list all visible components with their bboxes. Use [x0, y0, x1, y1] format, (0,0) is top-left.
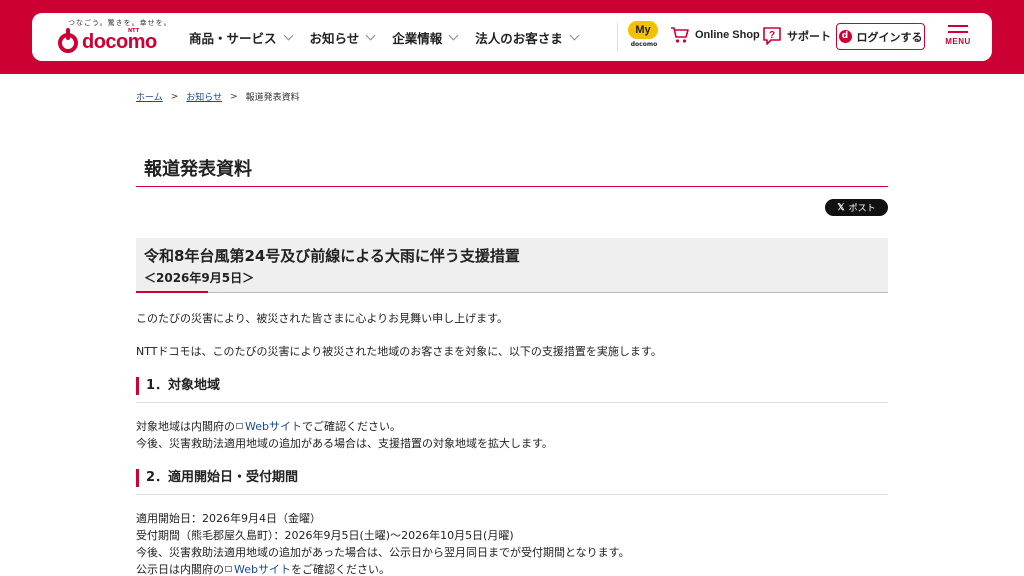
chevron-down-icon	[569, 30, 580, 40]
my-docomo-icon: My	[628, 21, 658, 39]
x-post-button[interactable]: 𝕏 ポスト	[825, 199, 888, 216]
breadcrumb-separator: >	[170, 91, 179, 102]
section-heading-period: 2．適用開始日・受付期間	[136, 469, 298, 487]
nav-item-products[interactable]: 商品・サービス	[189, 28, 293, 47]
nav-item-label: 企業情報	[392, 30, 443, 46]
nav-item-corporate[interactable]: 企業情報	[392, 28, 459, 47]
nav-item-business[interactable]: 法人のお客さま	[475, 28, 580, 47]
notice-header: 令和8年台風第24号及び前線による大雨に伴う支援措置 ＜2026年9月5日＞	[136, 238, 888, 293]
external-link-icon	[236, 423, 243, 429]
login-label: ログインする	[856, 30, 923, 44]
chevron-down-icon	[365, 30, 376, 40]
login-button[interactable]: d ログインする	[836, 23, 925, 50]
docomo-logo[interactable]: つなごう。驚きを。幸せを。 NTT docomo	[58, 18, 171, 58]
x-logo-icon: 𝕏	[837, 202, 845, 212]
nav-item-label: 法人のお客さま	[475, 30, 563, 46]
breadcrumb: ホーム > お知らせ > 報道発表資料	[136, 90, 300, 104]
cabinet-office-link-2[interactable]: Webサイト	[234, 563, 291, 576]
announcement-date-text: 公示日は内閣府の Webサイトをご確認ください。	[136, 561, 390, 576]
menu-button[interactable]: MENU	[942, 25, 974, 51]
svg-text:?: ?	[769, 30, 775, 41]
header-divider	[617, 23, 618, 51]
online-shop-link[interactable]: Online Shop	[670, 26, 760, 44]
logo-tagline: つなごう。驚きを。幸せを。	[68, 19, 172, 27]
intro-paragraph-2: NTTドコモは、このたびの災害により被災された地域のお客さまを対象に、以下の支援…	[136, 345, 662, 358]
section-divider	[136, 402, 888, 403]
menu-label: MENU	[945, 37, 971, 46]
logo-wordmark: docomo	[82, 31, 157, 53]
reception-period-note: 今後、災害救助法適用地域の追加があった場合は、公示日から翌月同日までが受付期間と…	[136, 546, 630, 559]
online-shop-label: Online Shop	[695, 29, 760, 41]
site-header: つなごう。驚きを。幸せを。 NTT docomo 商品・サービス お知らせ 企業…	[32, 13, 992, 61]
announcement-post: をご確認ください。	[290, 563, 390, 576]
notice-date: ＜2026年9月5日＞	[144, 271, 255, 285]
post-label: ポスト	[848, 204, 876, 214]
support-label: サポート	[787, 30, 831, 43]
intro-paragraph-1: このたびの災害により、被災された皆さまに心よりお見舞い申し上げます。	[136, 312, 509, 325]
support-link[interactable]: ? サポート	[762, 26, 831, 46]
announcement-pre: 公示日は内閣府の	[136, 563, 224, 576]
external-link-icon	[225, 566, 232, 572]
breadcrumb-separator: >	[230, 91, 238, 102]
breadcrumb-news[interactable]: お知らせ	[186, 90, 222, 103]
hamburger-icon	[948, 25, 968, 33]
section-divider	[136, 494, 888, 495]
chevron-down-icon	[448, 30, 459, 40]
notice-title: 令和8年台風第24号及び前線による大雨に伴う支援措置	[144, 247, 520, 265]
docomo-mark-icon	[58, 28, 78, 53]
reception-period-text: 受付期間（熊毛郡屋久島町）：2026年9月5日(土曜)～2026年10月5日(月…	[136, 529, 514, 542]
target-area-post: でご確認ください。	[301, 420, 401, 433]
title-divider	[136, 186, 888, 187]
my-docomo-label: docomo	[630, 41, 658, 48]
chevron-down-icon	[283, 30, 293, 40]
start-date-text: 適用開始日：2026年9月4日（金曜）	[136, 512, 321, 525]
breadcrumb-home[interactable]: ホーム	[136, 90, 163, 103]
target-area-pre: 対象地域は内閣府の	[136, 420, 235, 433]
cart-icon	[671, 27, 689, 43]
target-area-expansion-text: 今後、災害救助法適用地域の追加がある場合は、支援措置の対象地域を拡大します。	[136, 437, 553, 450]
global-nav: 商品・サービス お知らせ 企業情報 法人のお客さま	[189, 13, 596, 61]
help-icon: ?	[763, 27, 781, 45]
notice-accent	[136, 291, 208, 293]
nav-item-news[interactable]: お知らせ	[309, 28, 376, 47]
breadcrumb-current: 報道発表資料	[245, 93, 300, 103]
nav-item-label: お知らせ	[309, 30, 360, 46]
target-area-text: 対象地域は内閣府の Webサイトでご確認ください。	[136, 418, 401, 435]
d-account-icon: d	[838, 30, 852, 43]
my-docomo-button[interactable]: My docomo	[628, 21, 660, 53]
section-heading-target-area: 1．対象地域	[136, 377, 220, 395]
page-title: 報道発表資料	[144, 159, 252, 180]
cabinet-office-link[interactable]: Webサイト	[245, 420, 302, 433]
nav-item-label: 商品・サービス	[189, 30, 277, 46]
